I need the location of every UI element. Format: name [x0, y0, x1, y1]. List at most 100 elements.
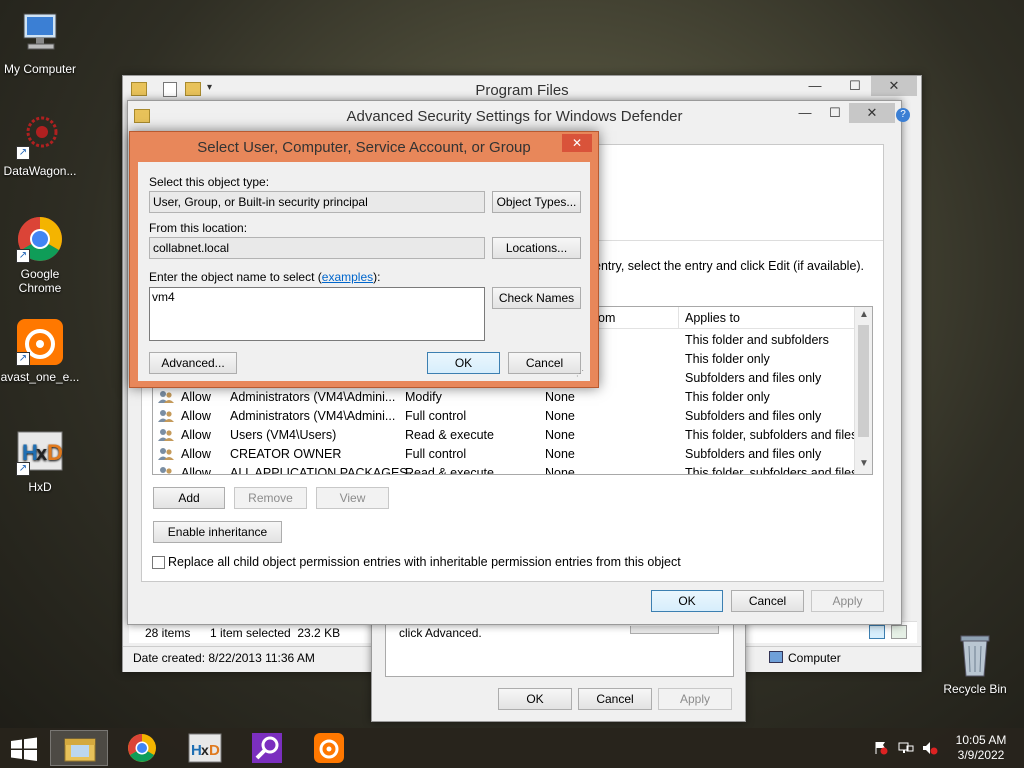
permission-type: Allow: [181, 466, 211, 475]
svg-text:D: D: [209, 742, 220, 759]
add-button[interactable]: Add: [153, 487, 225, 509]
taskbar-avast[interactable]: [300, 730, 358, 766]
user-group-icon: [158, 390, 174, 404]
taskbar-file-explorer[interactable]: [50, 730, 108, 766]
help-icon[interactable]: ?: [896, 108, 910, 122]
scroll-thumb[interactable]: [858, 325, 869, 437]
permission-applies-to: Subfolders and files only: [685, 447, 822, 461]
maximize-button[interactable]: ☐: [821, 103, 849, 123]
location-field: collabnet.local: [149, 237, 485, 259]
properties-apply-button[interactable]: Apply: [658, 688, 732, 710]
details-view-icon[interactable]: [869, 625, 885, 639]
permission-access: Modify: [405, 390, 442, 404]
advanced-apply-button[interactable]: Apply: [811, 590, 884, 612]
action-center-flag-icon[interactable]: [874, 741, 888, 755]
column-header-applies-to[interactable]: Applies to: [685, 311, 740, 325]
close-button[interactable]: ✕: [849, 103, 895, 123]
properties-ok-button[interactable]: OK: [498, 688, 572, 710]
examples-link[interactable]: examples: [322, 270, 373, 284]
advanced-ok-button[interactable]: OK: [651, 590, 723, 612]
select-cancel-button[interactable]: Cancel: [508, 352, 581, 374]
table-row[interactable]: Allow Administrators (VM4\Admini... Modify…: [153, 388, 854, 407]
advanced-security-title: Advanced Security Settings for Windows D…: [346, 108, 683, 125]
permission-principal: ALL APPLICATION PACKAGES: [230, 466, 408, 475]
desktop-icon-avast[interactable]: ↗ avast_one_e...: [0, 318, 80, 384]
minimize-button[interactable]: —: [801, 76, 829, 96]
locations-button[interactable]: Locations...: [492, 237, 581, 259]
shortcut-arrow-icon: ↗: [16, 249, 30, 263]
network-icon[interactable]: [898, 741, 914, 755]
permission-inherited-from: None: [545, 409, 575, 423]
scroll-up-icon[interactable]: ▲: [859, 309, 869, 320]
clock[interactable]: 10:05 AM 3/9/2022: [950, 733, 1012, 763]
taskbar-chrome[interactable]: [113, 730, 171, 766]
list-scrollbar[interactable]: ▲ ▼: [854, 307, 872, 474]
chrome-icon: [128, 734, 156, 762]
object-type-field: User, Group, or Built-in security princi…: [149, 191, 485, 213]
taskbar-hxd[interactable]: HxD: [176, 730, 234, 766]
close-button[interactable]: ✕: [871, 76, 917, 96]
remove-button[interactable]: Remove: [234, 487, 307, 509]
table-row[interactable]: Allow Administrators (VM4\Admini... Full c…: [153, 407, 854, 426]
advanced-hint: click Advanced.: [399, 626, 482, 640]
desktop-icon-google-chrome[interactable]: ↗ Google Chrome: [0, 215, 80, 295]
object-type-label: Select this object type:: [149, 175, 270, 189]
desktop-icon-my-computer[interactable]: My Computer: [0, 10, 80, 76]
column-header-inherited-from[interactable]: om: [598, 311, 615, 325]
svg-text:x: x: [36, 443, 47, 465]
hxd-icon: HxD: [188, 733, 222, 763]
maximize-button[interactable]: ☐: [841, 76, 869, 96]
table-row[interactable]: Allow Users (VM4\Users) Read & execute None…: [153, 426, 857, 445]
properties-cancel-button[interactable]: Cancel: [578, 688, 652, 710]
desktop-icon-label: Google Chrome: [18, 267, 62, 295]
desktop-icon-label: HxD: [28, 480, 52, 494]
desktop-icon-recycle-bin[interactable]: Recycle Bin: [935, 630, 1015, 696]
volume-muted-icon[interactable]: [922, 741, 938, 755]
properties-advanced-button[interactable]: [630, 626, 719, 634]
check-names-button[interactable]: Check Names: [492, 287, 581, 309]
large-icons-view-icon[interactable]: [891, 625, 907, 639]
object-name-input[interactable]: vm4: [149, 287, 485, 341]
shortcut-arrow-icon: ↗: [16, 462, 30, 476]
replace-child-checkbox[interactable]: [152, 556, 165, 569]
taskbar-search-app[interactable]: [238, 730, 296, 766]
view-button[interactable]: View: [316, 487, 389, 509]
enable-inheritance-button[interactable]: Enable inheritance: [153, 521, 282, 543]
object-name-label: Enter the object name to select (example…: [149, 270, 381, 284]
replace-child-label[interactable]: Replace all child object permission entr…: [168, 555, 681, 569]
permission-principal: Users (VM4\Users): [230, 428, 337, 442]
user-group-icon: [158, 466, 174, 474]
select-dialog-close-button[interactable]: ✕: [562, 134, 592, 152]
table-row[interactable]: Allow ALL APPLICATION PACKAGES Read & exec…: [153, 464, 858, 475]
select-ok-button[interactable]: OK: [427, 352, 500, 374]
permission-principal: Administrators (VM4\Admini...: [230, 390, 396, 404]
advanced-cancel-button[interactable]: Cancel: [731, 590, 804, 612]
permission-access: Read & execute: [405, 428, 494, 442]
start-button[interactable]: [9, 737, 39, 761]
computer-label: Computer: [788, 651, 841, 665]
user-group-icon: [158, 409, 174, 423]
table-row[interactable]: Allow CREATOR OWNER Full control None Subfol…: [153, 445, 854, 464]
instruction-text: entry, select the entry and click Edit (…: [594, 259, 865, 273]
permission-inherited-from: None: [545, 466, 575, 475]
resize-grip-icon[interactable]: ⋰: [576, 369, 586, 379]
shortcut-arrow-icon: ↗: [16, 352, 30, 366]
desktop-icon-hxd[interactable]: HxD ↗ HxD: [0, 428, 80, 494]
desktop-icon-label: avast_one_e...: [0, 370, 80, 384]
select-advanced-button[interactable]: Advanced...: [149, 352, 237, 374]
minimize-button[interactable]: —: [791, 103, 819, 123]
permission-inherited-from: None: [545, 428, 575, 442]
advanced-security-titlebar[interactable]: Advanced Security Settings for Windows D…: [128, 101, 901, 131]
permission-type: Allow: [181, 428, 211, 442]
desktop-icon-label: My Computer: [3, 62, 77, 76]
permission-applies-to: Subfolders and files only: [685, 409, 822, 423]
status-selected: 1 item selected 23.2 KB: [210, 626, 341, 640]
location-label: From this location:: [149, 221, 248, 235]
select-dialog-titlebar[interactable]: Select User, Computer, Service Account, …: [130, 132, 598, 162]
object-types-button[interactable]: Object Types...: [492, 191, 581, 213]
scroll-down-icon[interactable]: ▼: [859, 458, 869, 469]
desktop-icon-datawagon[interactable]: ↗ DataWagon...: [0, 112, 80, 178]
permission-applies-to: This folder, subfolders and files: [685, 466, 858, 475]
object-name-value: vm4: [152, 290, 175, 304]
permission-type: Allow: [181, 447, 211, 461]
